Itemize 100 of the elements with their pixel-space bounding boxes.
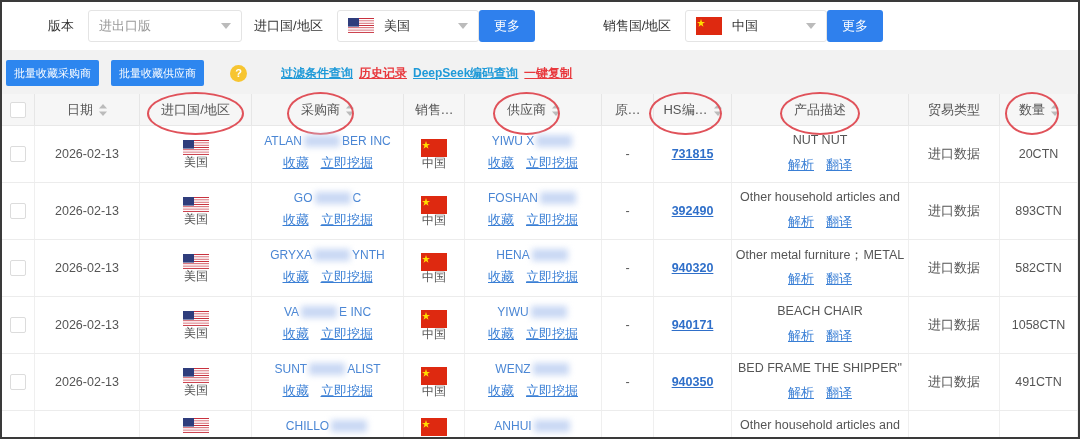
company-name[interactable]: HENA [496, 248, 530, 262]
caret-icon [457, 23, 468, 29]
action-link[interactable]: 收藏 [282, 383, 309, 400]
company-name[interactable]: FOSHAN [488, 191, 538, 205]
action-link[interactable]: 翻译 [826, 214, 852, 231]
action-link[interactable]: 立即挖掘 [320, 212, 373, 229]
column-header: HS编… [663, 100, 708, 119]
action-link[interactable]: 收藏 [488, 326, 514, 343]
company-name[interactable]: ANHUI [494, 419, 532, 433]
company-name[interactable]: SUNT [274, 362, 308, 376]
company-name[interactable]: VA [283, 305, 300, 319]
action-link[interactable]: 立即挖掘 [320, 326, 373, 343]
company-name[interactable]: ATLAN [264, 134, 303, 148]
origin-text: - [625, 147, 630, 161]
action-link[interactable]: 解析 [788, 271, 814, 288]
action-link[interactable]: 立即挖掘 [526, 155, 578, 172]
flag-icon [421, 309, 447, 328]
action-link[interactable]: 收藏 [282, 155, 309, 172]
company-name[interactable]: CHILLO [285, 419, 330, 433]
sort-icon[interactable] [713, 103, 722, 116]
product-description: BEACH CHAIR [777, 304, 863, 320]
select-field[interactable]: 美国 [336, 10, 479, 42]
action-link[interactable]: 翻译 [826, 328, 852, 345]
company-name[interactable]: C [352, 191, 362, 205]
flag-icon [182, 196, 209, 213]
trade-type-text: 进口数据 [928, 373, 980, 391]
country-name: 美国 [183, 383, 208, 397]
action-link[interactable]: 翻译 [826, 271, 852, 288]
action-link[interactable]: 立即挖掘 [526, 212, 578, 229]
toolbar-link[interactable]: 一键复制 [524, 64, 573, 82]
action-link[interactable]: 立即挖掘 [526, 383, 578, 400]
action-link[interactable]: 翻译 [826, 385, 852, 402]
action-link[interactable]: 解析 [788, 157, 814, 174]
select-field[interactable]: 中国 [685, 10, 828, 42]
action-link[interactable]: 收藏 [282, 269, 309, 286]
product-description: Other household articles and [740, 190, 900, 206]
select-field[interactable]: 进出口版 [88, 10, 242, 42]
hs-code-link[interactable]: 940171 [671, 318, 714, 332]
company-name[interactable]: YNTH [352, 248, 385, 262]
action-link[interactable]: 立即挖掘 [320, 155, 373, 172]
company-name[interactable]: BER INC [342, 134, 391, 148]
sort-icon[interactable] [551, 103, 560, 116]
company-name[interactable]: YIWU [497, 305, 529, 319]
action-link[interactable]: 立即挖掘 [526, 326, 578, 343]
flag-icon [182, 253, 209, 270]
more-button[interactable]: 更多 [478, 10, 535, 42]
row-checkbox[interactable] [10, 374, 26, 390]
row-checkbox[interactable] [10, 203, 26, 219]
column-header: 销售… [414, 100, 454, 119]
redaction-blur [314, 249, 351, 261]
action-link[interactable]: 立即挖掘 [320, 269, 373, 286]
action-link[interactable]: 翻译 [826, 157, 852, 174]
origin-text: - [625, 261, 630, 275]
company-name[interactable]: E INC [339, 305, 372, 319]
action-link[interactable]: 收藏 [282, 326, 309, 343]
action-link[interactable]: 立即挖掘 [526, 269, 578, 286]
bulk-save-button[interactable]: 批量收藏供应商 [111, 60, 204, 86]
toolbar-link[interactable]: 历史记录 [359, 64, 407, 82]
redaction-blur [536, 135, 573, 147]
action-link[interactable]: 收藏 [488, 269, 514, 286]
hs-code-link[interactable]: 940320 [671, 261, 714, 275]
action-link[interactable]: 收藏 [282, 212, 309, 229]
company-name[interactable]: YIWU X [491, 134, 535, 148]
select-all-checkbox[interactable] [10, 101, 26, 118]
origin-text: - [625, 318, 630, 332]
row-checkbox[interactable] [10, 260, 26, 276]
company-name[interactable]: GRYXA [270, 248, 313, 262]
action-link[interactable]: 收藏 [488, 383, 514, 400]
action-link[interactable]: 立即挖掘 [320, 383, 373, 400]
flag-icon [182, 139, 209, 156]
sort-icon[interactable] [1050, 103, 1059, 116]
action-link[interactable]: 解析 [788, 214, 814, 231]
product-description: Other metal furniture；METAL [735, 247, 905, 264]
action-link[interactable]: 收藏 [488, 155, 514, 172]
action-link[interactable]: 解析 [788, 328, 814, 345]
action-link[interactable]: 收藏 [488, 212, 514, 229]
trade-type-text: 进口数据 [928, 259, 980, 277]
company-name[interactable]: GO [293, 191, 313, 205]
filter-label: 版本 [48, 17, 74, 35]
hs-code-link[interactable]: 392490 [671, 204, 714, 218]
toolbar-link[interactable]: 过滤条件查询 [281, 64, 353, 82]
more-button[interactable]: 更多 [827, 10, 884, 42]
product-description: Other household articles and [740, 418, 900, 434]
hs-code-link[interactable]: 940350 [671, 375, 714, 389]
product-description: NUT NUT [792, 133, 848, 149]
sort-icon[interactable] [346, 103, 354, 116]
row-checkbox[interactable] [10, 146, 26, 162]
hs-code-link[interactable]: 731815 [671, 147, 714, 161]
redaction-blur [540, 192, 576, 204]
redaction-blur [309, 363, 346, 375]
toolbar-link[interactable]: DeepSeek编码查询 [413, 64, 519, 82]
column-header: 数量 [1018, 100, 1045, 119]
bulk-save-button[interactable]: 批量收藏采购商 [6, 60, 99, 86]
redaction-blur [530, 306, 567, 318]
company-name[interactable]: WENZ [495, 362, 531, 376]
country-name: 中国 [422, 270, 446, 284]
company-name[interactable]: ALIST [347, 362, 381, 376]
row-checkbox[interactable] [10, 317, 26, 333]
action-link[interactable]: 解析 [788, 385, 814, 402]
sort-icon[interactable] [99, 103, 107, 116]
